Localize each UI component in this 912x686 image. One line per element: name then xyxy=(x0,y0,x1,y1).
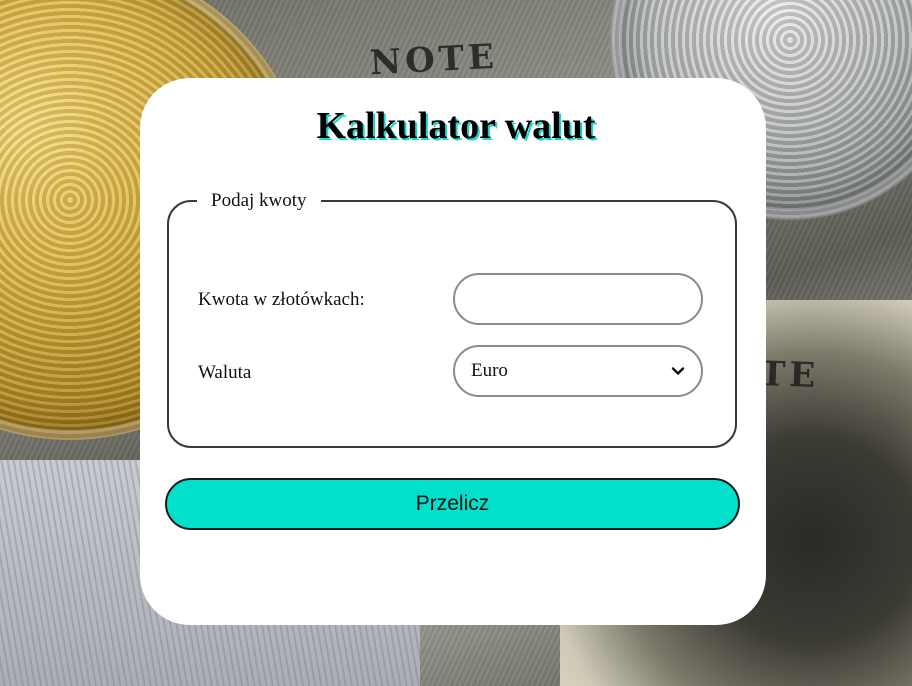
currency-select-value: Euro xyxy=(471,360,508,381)
fieldset-legend: Podaj kwoty xyxy=(211,190,307,211)
banknote-text-top: NOTE xyxy=(369,36,499,84)
page-title: Kalkulator walut xyxy=(316,105,596,147)
banknote-text-right: TE xyxy=(759,353,820,397)
currency-label: Waluta xyxy=(198,362,252,383)
currency-select[interactable]: Euro xyxy=(453,345,703,397)
amount-label: Kwota w złotówkach: xyxy=(198,289,365,310)
amount-input[interactable] xyxy=(453,273,703,325)
chevron-down-icon xyxy=(671,367,685,375)
convert-button[interactable]: Przelicz xyxy=(165,478,740,530)
